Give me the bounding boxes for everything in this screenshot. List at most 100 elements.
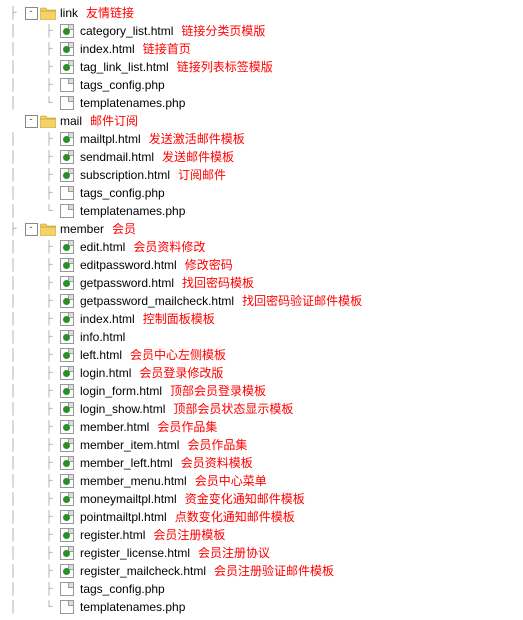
tree-line: └	[40, 94, 58, 112]
tree-line: │	[4, 274, 22, 292]
tree-line: ├	[40, 184, 58, 202]
file-name[interactable]: subscription.html	[76, 166, 174, 184]
tree-line: ├	[40, 166, 58, 184]
file-desc: 会员登录修改版	[135, 364, 227, 382]
tree-line: │	[4, 238, 22, 256]
folder-name[interactable]: member	[56, 220, 108, 238]
file-desc: 会员资料模板	[177, 454, 257, 472]
tree-line: │	[4, 490, 22, 508]
tree-line: ├	[40, 238, 58, 256]
file-icon	[58, 472, 76, 490]
file-desc: 会员作品集	[153, 418, 221, 436]
tree-line: ├	[4, 220, 22, 238]
folder-desc: 邮件订阅	[86, 112, 142, 130]
tree-line: │	[4, 22, 22, 40]
file-name[interactable]: category_list.html	[76, 22, 177, 40]
file-name[interactable]: mailtpl.html	[76, 130, 145, 148]
tree-line: ├	[40, 454, 58, 472]
tree-line: │	[4, 328, 22, 346]
file-icon	[58, 148, 76, 166]
file-name[interactable]: register_license.html	[76, 544, 194, 562]
file-name[interactable]: register_mailcheck.html	[76, 562, 210, 580]
file-icon	[58, 400, 76, 418]
file-name[interactable]: templatenames.php	[76, 94, 189, 112]
folder-icon	[40, 223, 56, 236]
tree-line: ├	[40, 346, 58, 364]
file-name[interactable]: moneymailtpl.html	[76, 490, 181, 508]
expander-icon[interactable]: -	[22, 220, 40, 238]
expander-icon[interactable]: -	[22, 112, 40, 130]
file-icon	[58, 544, 76, 562]
file-name[interactable]: tag_link_list.html	[76, 58, 173, 76]
tree-line: │	[4, 598, 22, 616]
tree-line: │	[4, 76, 22, 94]
file-desc: 修改密码	[181, 256, 237, 274]
file-desc: 点数变化通知邮件模板	[171, 508, 299, 526]
tree-line: ├	[40, 328, 58, 346]
folder-name[interactable]: link	[56, 4, 82, 22]
file-icon	[58, 94, 76, 112]
file-name[interactable]: templatenames.php	[76, 202, 189, 220]
tree-line: │	[4, 184, 22, 202]
file-icon	[58, 274, 76, 292]
folder-icon	[40, 7, 56, 20]
file-name[interactable]: editpassword.html	[76, 256, 181, 274]
file-name[interactable]: getpassword.html	[76, 274, 178, 292]
file-desc: 会员注册验证邮件模板	[210, 562, 338, 580]
tree-line: │	[4, 364, 22, 382]
file-name[interactable]: tags_config.php	[76, 580, 169, 598]
folder-desc: 会员	[108, 220, 140, 238]
file-name[interactable]: member.html	[76, 418, 153, 436]
file-name[interactable]: login_form.html	[76, 382, 166, 400]
file-name[interactable]: register.html	[76, 526, 149, 544]
file-name[interactable]: templatenames.php	[76, 598, 189, 616]
tree-line: │	[4, 292, 22, 310]
tree-line: │	[4, 580, 22, 598]
file-name[interactable]: pointmailtpl.html	[76, 508, 171, 526]
file-desc: 会员作品集	[183, 436, 251, 454]
tree-line: └	[40, 202, 58, 220]
file-icon	[58, 454, 76, 472]
file-name[interactable]: tags_config.php	[76, 76, 169, 94]
file-name[interactable]: left.html	[76, 346, 126, 364]
tree-line: └	[40, 598, 58, 616]
file-desc: 资金变化通知邮件模板	[181, 490, 309, 508]
file-icon	[58, 184, 76, 202]
folder-name[interactable]: mail	[56, 112, 86, 130]
file-desc: 找回密码验证邮件模板	[238, 292, 366, 310]
file-desc: 会员注册模板	[149, 526, 229, 544]
tree-line: │	[4, 526, 22, 544]
file-name[interactable]: sendmail.html	[76, 148, 158, 166]
file-name[interactable]: member_item.html	[76, 436, 183, 454]
tree-line: ├	[40, 256, 58, 274]
tree-line: ├	[40, 544, 58, 562]
file-name[interactable]: tags_config.php	[76, 184, 169, 202]
file-icon	[58, 238, 76, 256]
tree-line: ├	[40, 472, 58, 490]
file-name[interactable]: login_show.html	[76, 400, 169, 418]
file-desc: 会员中心左侧模板	[126, 346, 230, 364]
file-icon	[58, 382, 76, 400]
file-name[interactable]: getpassword_mailcheck.html	[76, 292, 238, 310]
file-name[interactable]: member_left.html	[76, 454, 177, 472]
file-desc: 找回密码模板	[178, 274, 258, 292]
tree-line: ├	[40, 364, 58, 382]
file-icon	[58, 310, 76, 328]
file-name[interactable]: index.html	[76, 310, 139, 328]
expander-icon[interactable]: -	[22, 4, 40, 22]
file-name[interactable]: edit.html	[76, 238, 129, 256]
tree-line: │	[4, 310, 22, 328]
file-desc: 链接列表标签模版	[173, 58, 277, 76]
file-name[interactable]: member_menu.html	[76, 472, 191, 490]
file-name[interactable]: login.html	[76, 364, 135, 382]
tree-line: ├	[40, 58, 58, 76]
tree-line: ├	[40, 40, 58, 58]
file-name[interactable]: info.html	[76, 328, 129, 346]
file-icon	[58, 490, 76, 508]
file-icon	[58, 166, 76, 184]
tree-line: │	[4, 400, 22, 418]
tree-line: ├	[40, 526, 58, 544]
tree-line: ├	[40, 310, 58, 328]
tree-line: │	[4, 418, 22, 436]
file-name[interactable]: index.html	[76, 40, 139, 58]
